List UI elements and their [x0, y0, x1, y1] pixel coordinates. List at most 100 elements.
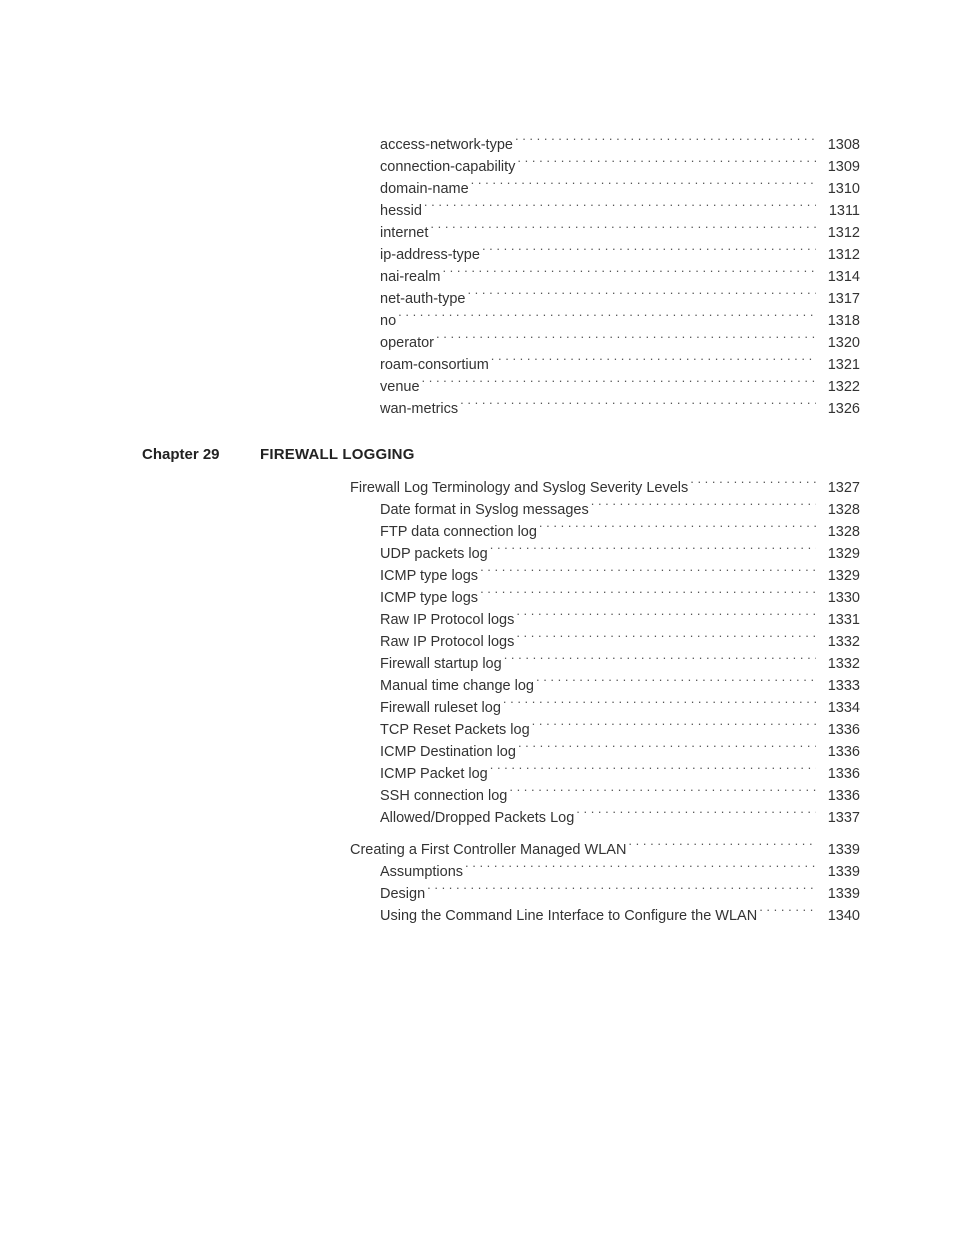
toc-entry[interactable]: FTP data connection log 1328: [380, 521, 860, 543]
toc-entry-page: 1312: [818, 245, 860, 267]
toc-entry-page: 1336: [818, 786, 860, 808]
toc-entry-page: 1332: [818, 632, 860, 654]
toc-entry[interactable]: Raw IP Protocol logs1331: [380, 609, 860, 631]
toc-entry-page: 1322: [818, 377, 860, 399]
toc-entry-text: ICMP Destination log: [380, 742, 516, 764]
toc-entry-text: Firewall startup log: [380, 654, 502, 676]
toc-entry-text: Allowed/Dropped Packets Log: [380, 808, 574, 830]
toc-entry-page: 1314: [818, 267, 860, 289]
toc-entry[interactable]: nai-realm1314: [380, 266, 860, 288]
toc-entry[interactable]: operator 1320: [380, 332, 860, 354]
toc-leaders: [471, 178, 816, 193]
toc-entry-page: 1329: [818, 544, 860, 566]
toc-entry[interactable]: domain-name1310: [380, 178, 860, 200]
toc-entry-text: ICMP Packet log: [380, 764, 488, 786]
toc-entry-page: 1321: [818, 355, 860, 377]
toc-entry[interactable]: no1318: [380, 310, 860, 332]
toc-entry[interactable]: hessid1311: [380, 200, 860, 222]
toc-entry-text: Firewall Log Terminology and Syslog Seve…: [350, 478, 688, 500]
toc-entry-page: 1339: [818, 884, 860, 906]
toc-entry[interactable]: Manual time change log 1333: [380, 675, 860, 697]
toc-entry-page: 1317: [818, 289, 860, 311]
toc-entry-page: 1340: [818, 906, 860, 928]
toc-leaders: [430, 222, 816, 237]
toc-entry-page: 1332: [818, 654, 860, 676]
toc-entry[interactable]: ICMP Packet log1336: [380, 763, 860, 785]
toc-leaders: [424, 200, 816, 215]
toc-entry[interactable]: Assumptions 1339: [380, 861, 860, 883]
toc-entry[interactable]: access-network-type1308: [380, 134, 860, 156]
toc-leaders: [460, 398, 816, 413]
toc-leaders: [517, 156, 816, 171]
toc-entry-text: internet: [380, 223, 428, 245]
toc-leaders: [759, 905, 816, 920]
toc-entry-text: ip-address-type: [380, 245, 480, 267]
page-root: access-network-type1308connection-capabi…: [0, 0, 954, 1235]
toc-entry[interactable]: Creating a First Controller Managed WLAN…: [350, 839, 860, 861]
toc-leaders: [442, 266, 816, 281]
toc-entry-page: 1339: [818, 862, 860, 884]
toc-entry[interactable]: wan-metrics1326: [380, 398, 860, 420]
toc-entry[interactable]: Firewall startup log 1332: [380, 653, 860, 675]
toc-entry-page: 1320: [818, 333, 860, 355]
toc-entry[interactable]: ICMP type logs1330: [380, 587, 860, 609]
toc-entry-text: Assumptions: [380, 862, 463, 884]
toc-leaders: [467, 288, 816, 303]
chapter-heading: FIREWALL LOGGING: [260, 446, 415, 463]
toc-leaders: [504, 653, 816, 668]
toc-leaders: [480, 565, 816, 580]
toc-entry-page: 1329: [818, 566, 860, 588]
toc-leaders: [532, 719, 816, 734]
toc-entry[interactable]: ICMP type logs 1329: [380, 565, 860, 587]
toc-entry-page: 1327: [818, 478, 860, 500]
toc-leaders: [628, 839, 816, 854]
toc-entry[interactable]: SSH connection log1336: [380, 785, 860, 807]
toc-entry-text: hessid: [380, 201, 422, 223]
toc-entry-text: Manual time change log: [380, 676, 534, 698]
toc-leaders: [518, 741, 816, 756]
toc-entry[interactable]: venue1322: [380, 376, 860, 398]
toc-entry[interactable]: Firewall Log Terminology and Syslog Seve…: [350, 477, 860, 499]
toc-entry-text: wan-metrics: [380, 399, 458, 421]
toc-entry-page: 1328: [818, 500, 860, 522]
toc-entry[interactable]: connection-capability1309: [380, 156, 860, 178]
toc-leaders: [503, 697, 816, 712]
toc-content: access-network-type1308connection-capabi…: [260, 134, 860, 927]
toc-entry-page: 1336: [818, 720, 860, 742]
toc-entry-page: 1328: [818, 522, 860, 544]
toc-entry-text: roam-consortium: [380, 355, 489, 377]
toc-entry-page: 1310: [818, 179, 860, 201]
toc-entry[interactable]: TCP Reset Packets log 1336: [380, 719, 860, 741]
toc-entry-page: 1330: [818, 588, 860, 610]
toc-leaders: [398, 310, 816, 325]
toc-entry-text: operator: [380, 333, 434, 355]
toc-leaders: [515, 134, 816, 149]
toc-leaders: [490, 543, 816, 558]
toc-entry-text: TCP Reset Packets log: [380, 720, 530, 742]
toc-entry[interactable]: UDP packets log1329: [380, 543, 860, 565]
toc-entry[interactable]: Design 1339: [380, 883, 860, 905]
toc-entry-text: Design: [380, 884, 425, 906]
toc-entry-page: 1318: [818, 311, 860, 333]
toc-entry[interactable]: roam-consortium 1321: [380, 354, 860, 376]
toc-entry[interactable]: Raw IP Protocol logs 1332: [380, 631, 860, 653]
toc-leaders: [482, 244, 816, 259]
toc-entry[interactable]: Allowed/Dropped Packets Log 1337: [380, 807, 860, 829]
toc-entry[interactable]: Date format in Syslog messages1328: [380, 499, 860, 521]
toc-entry-page: 1337: [818, 808, 860, 830]
toc-entry[interactable]: Firewall ruleset log 1334: [380, 697, 860, 719]
toc-leaders: [465, 861, 816, 876]
toc-entry[interactable]: net-auth-type1317: [380, 288, 860, 310]
toc-leaders: [591, 499, 816, 514]
toc-entry[interactable]: ICMP Destination log1336: [380, 741, 860, 763]
toc-entry-text: ICMP type logs: [380, 566, 478, 588]
toc-entry-text: Firewall ruleset log: [380, 698, 501, 720]
toc-entry-text: Raw IP Protocol logs: [380, 632, 514, 654]
toc-entry-text: FTP data connection log: [380, 522, 537, 544]
toc-entry[interactable]: ip-address-type 1312: [380, 244, 860, 266]
toc-entry-page: 1333: [818, 676, 860, 698]
toc-entry[interactable]: internet1312: [380, 222, 860, 244]
toc-entry-page: 1334: [818, 698, 860, 720]
toc-entry[interactable]: Using the Command Line Interface to Conf…: [380, 905, 860, 927]
toc-entry-page: 1309: [818, 157, 860, 179]
